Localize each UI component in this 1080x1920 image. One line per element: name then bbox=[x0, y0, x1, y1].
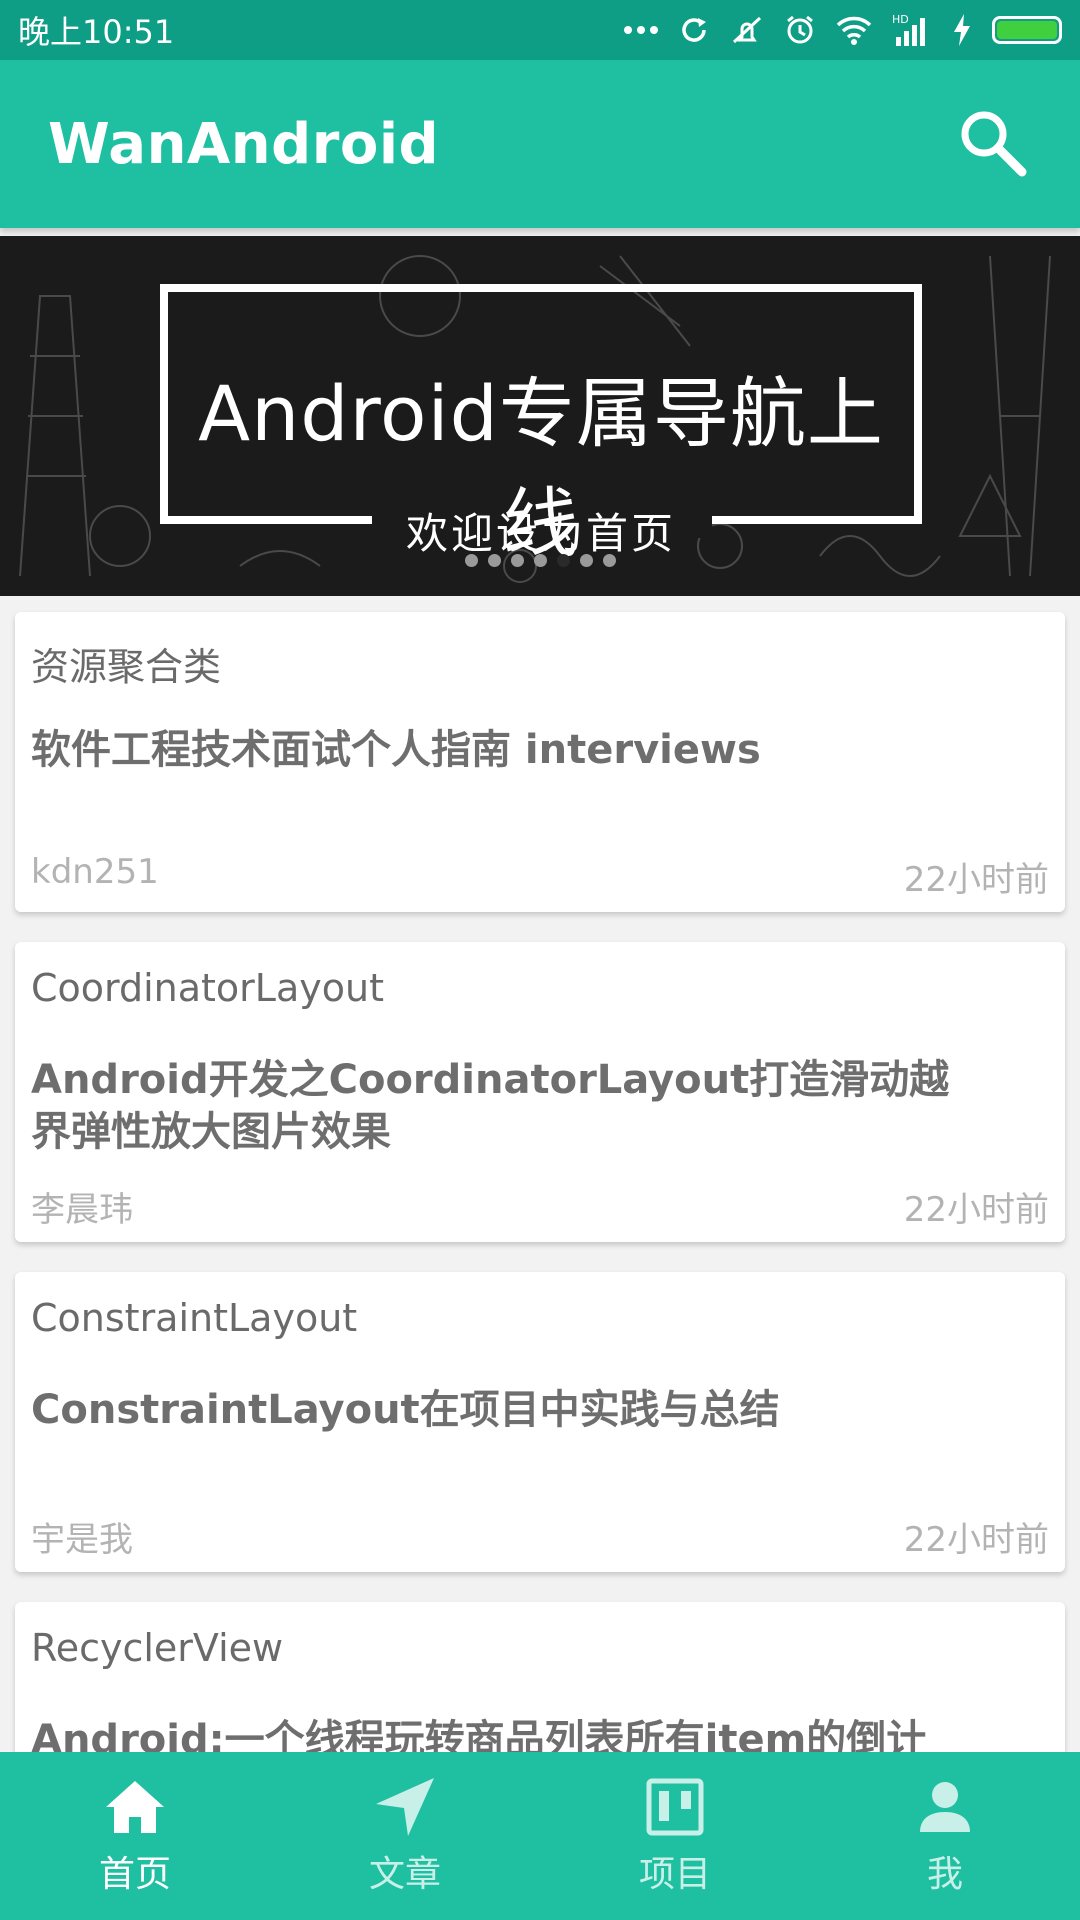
banner-dot bbox=[602, 554, 616, 567]
charging-icon bbox=[952, 14, 972, 46]
article-author: 李晨玮 bbox=[31, 1190, 133, 1230]
nav-label-articles: 文章 bbox=[368, 1854, 441, 1895]
bottom-navigation: 首页 文章 项目 我 bbox=[0, 1752, 1080, 1920]
banner-dot bbox=[510, 554, 524, 567]
alarm-icon bbox=[784, 14, 816, 46]
screen: 晚上10:51 HD WanAndroid Android专属导航上线 欢迎设为… bbox=[0, 0, 1080, 1920]
article-card[interactable]: ConstraintLayout ConstraintLayout在项目中实践与… bbox=[15, 1272, 1065, 1572]
banner-dot bbox=[579, 554, 593, 567]
status-icons: HD bbox=[624, 13, 1062, 47]
article-time: 22小时前 bbox=[903, 860, 1049, 900]
search-button[interactable] bbox=[952, 104, 1032, 184]
article-card[interactable]: 资源聚合类 软件工程技术面试个人指南 interviews kdn251 22小… bbox=[15, 612, 1065, 912]
navigation-arrow-icon bbox=[373, 1775, 437, 1839]
article-category: 资源聚合类 bbox=[31, 645, 222, 689]
article-title: Android开发之CoordinatorLayout打造滑动越界弹性放大图片效… bbox=[31, 1057, 950, 1155]
app-bar: WanAndroid bbox=[0, 60, 1080, 228]
sync-icon bbox=[678, 14, 710, 46]
article-author: kdn251 bbox=[31, 852, 159, 892]
banner-dot bbox=[464, 554, 478, 567]
article-category: CoordinatorLayout bbox=[31, 966, 384, 1010]
app-title: WanAndroid bbox=[48, 111, 440, 177]
article-time: 22小时前 bbox=[903, 1190, 1049, 1230]
banner-page-indicator bbox=[0, 554, 1080, 567]
article-list[interactable]: 资源聚合类 软件工程技术面试个人指南 interviews kdn251 22小… bbox=[15, 612, 1065, 1920]
project-board-icon bbox=[643, 1775, 707, 1839]
hd-label: HD bbox=[892, 13, 909, 26]
article-time: 22小时前 bbox=[903, 1520, 1049, 1560]
article-title: ConstraintLayout在项目中实践与总结 bbox=[31, 1387, 780, 1433]
banner-dot bbox=[533, 554, 547, 567]
banner-subtitle: 欢迎设为首页 bbox=[405, 509, 676, 558]
nav-label-home: 首页 bbox=[98, 1854, 171, 1895]
hd-signal-icon: HD bbox=[892, 13, 932, 47]
nav-label-projects: 项目 bbox=[638, 1854, 711, 1895]
nav-label-me: 我 bbox=[926, 1854, 963, 1895]
nav-item-me[interactable]: 我 bbox=[810, 1752, 1080, 1920]
more-dots-icon bbox=[624, 25, 658, 35]
article-category: RecyclerView bbox=[31, 1626, 284, 1670]
status-time: 晚上10:51 bbox=[18, 13, 175, 51]
battery-icon bbox=[992, 16, 1062, 44]
vibrate-off-icon bbox=[730, 14, 764, 46]
person-icon bbox=[913, 1775, 977, 1839]
status-bar: 晚上10:51 HD bbox=[0, 0, 1080, 60]
article-title: 软件工程技术面试个人指南 interviews bbox=[31, 727, 761, 773]
banner-dot bbox=[556, 554, 570, 567]
article-author: 宇是我 bbox=[31, 1520, 133, 1560]
banner-dot bbox=[487, 554, 501, 567]
nav-item-home[interactable]: 首页 bbox=[0, 1752, 270, 1920]
article-category: ConstraintLayout bbox=[31, 1296, 358, 1340]
nav-item-articles[interactable]: 文章 bbox=[270, 1752, 540, 1920]
battery-fill bbox=[997, 21, 1057, 39]
search-icon bbox=[956, 106, 1028, 182]
article-card[interactable]: CoordinatorLayout Android开发之CoordinatorL… bbox=[15, 942, 1065, 1242]
home-icon bbox=[103, 1775, 167, 1839]
wifi-icon bbox=[836, 15, 872, 45]
banner-carousel[interactable]: Android专属导航上线 欢迎设为首页 bbox=[0, 236, 1080, 596]
nav-item-projects[interactable]: 项目 bbox=[540, 1752, 810, 1920]
